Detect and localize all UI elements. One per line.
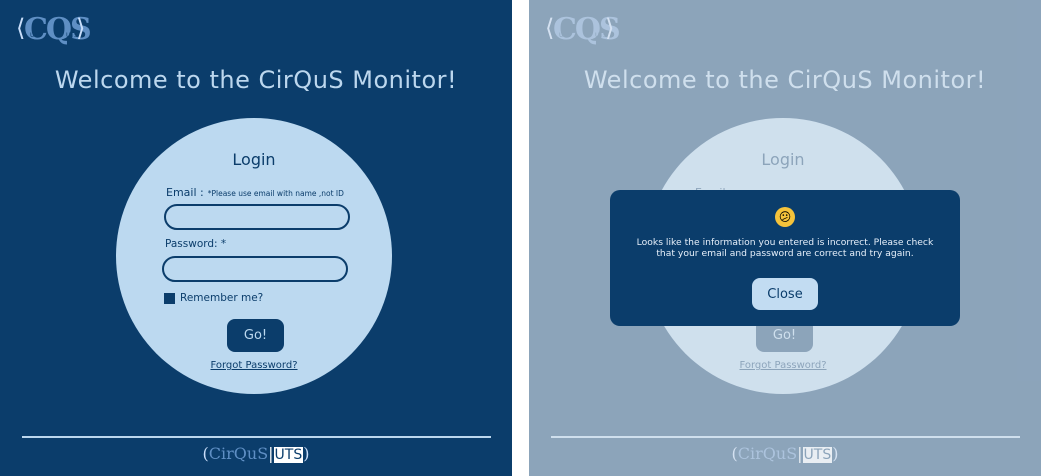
login-title: Login — [232, 150, 276, 169]
close-button[interactable]: Close — [752, 278, 818, 310]
remember-me-row[interactable]: Remember me? — [164, 292, 263, 304]
login-card: Login Email :*Please use email with name… — [116, 118, 392, 394]
password-field[interactable] — [162, 256, 348, 282]
cqs-logo[interactable]: ⟨ CQS UTS UTS ⟩ — [16, 12, 92, 47]
email-hint: *Please use email with name ,not ID — [207, 189, 344, 198]
go-button[interactable]: Go! — [227, 319, 284, 352]
confused-face-icon: 😕 — [775, 207, 795, 227]
error-modal: 😕 Looks like the information you entered… — [610, 190, 960, 326]
email-field[interactable] — [164, 204, 350, 230]
remember-me-checkbox[interactable] — [164, 292, 175, 304]
footer-divider — [22, 436, 491, 438]
page-title: Welcome to the CirQuS Monitor! — [54, 66, 458, 94]
password-label: Password: * — [165, 238, 227, 250]
email-label: Email :*Please use email with name ,not … — [166, 186, 344, 199]
error-message: Looks like the information you entered i… — [636, 237, 934, 259]
remember-me-label: Remember me? — [180, 292, 264, 304]
forgot-password-link[interactable]: Forgot Password? — [116, 360, 392, 371]
footer-logo: (CirQuS|UTS) — [202, 444, 310, 463]
login-panel: ⟨ CQS UTS UTS ⟩ Welcome to the CirQuS Mo… — [0, 0, 512, 476]
